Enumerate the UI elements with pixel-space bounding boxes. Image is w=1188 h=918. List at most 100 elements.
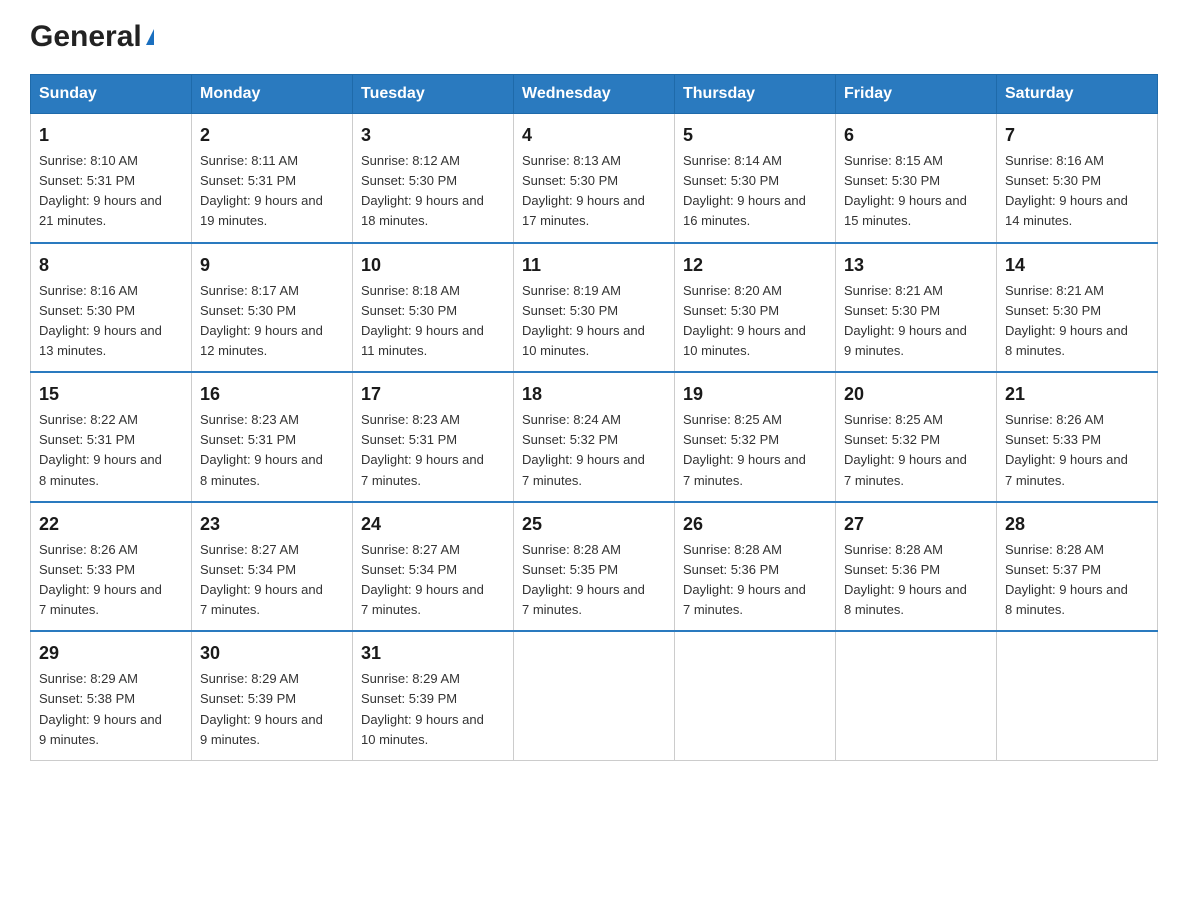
calendar-day-cell: 29Sunrise: 8:29 AMSunset: 5:38 PMDayligh…: [31, 631, 192, 760]
calendar-week-row: 1Sunrise: 8:10 AMSunset: 5:31 PMDaylight…: [31, 114, 1158, 243]
calendar-week-row: 15Sunrise: 8:22 AMSunset: 5:31 PMDayligh…: [31, 372, 1158, 502]
day-number: 18: [522, 381, 666, 408]
calendar-day-cell: 14Sunrise: 8:21 AMSunset: 5:30 PMDayligh…: [997, 243, 1158, 373]
day-info: Sunrise: 8:27 AMSunset: 5:34 PMDaylight:…: [361, 540, 505, 621]
calendar-day-cell: 18Sunrise: 8:24 AMSunset: 5:32 PMDayligh…: [514, 372, 675, 502]
calendar-week-row: 8Sunrise: 8:16 AMSunset: 5:30 PMDaylight…: [31, 243, 1158, 373]
calendar-day-cell: [997, 631, 1158, 760]
weekday-header-friday: Friday: [836, 75, 997, 114]
weekday-header-sunday: Sunday: [31, 75, 192, 114]
weekday-header-monday: Monday: [192, 75, 353, 114]
calendar-day-cell: 16Sunrise: 8:23 AMSunset: 5:31 PMDayligh…: [192, 372, 353, 502]
day-number: 14: [1005, 252, 1149, 279]
calendar-day-cell: 22Sunrise: 8:26 AMSunset: 5:33 PMDayligh…: [31, 502, 192, 632]
day-number: 15: [39, 381, 183, 408]
weekday-header-row: SundayMondayTuesdayWednesdayThursdayFrid…: [31, 75, 1158, 114]
day-info: Sunrise: 8:25 AMSunset: 5:32 PMDaylight:…: [683, 410, 827, 491]
day-info: Sunrise: 8:28 AMSunset: 5:36 PMDaylight:…: [683, 540, 827, 621]
calendar-day-cell: 6Sunrise: 8:15 AMSunset: 5:30 PMDaylight…: [836, 114, 997, 243]
day-info: Sunrise: 8:16 AMSunset: 5:30 PMDaylight:…: [39, 281, 183, 362]
day-info: Sunrise: 8:22 AMSunset: 5:31 PMDaylight:…: [39, 410, 183, 491]
day-info: Sunrise: 8:26 AMSunset: 5:33 PMDaylight:…: [39, 540, 183, 621]
day-info: Sunrise: 8:17 AMSunset: 5:30 PMDaylight:…: [200, 281, 344, 362]
day-number: 25: [522, 511, 666, 538]
calendar-day-cell: 11Sunrise: 8:19 AMSunset: 5:30 PMDayligh…: [514, 243, 675, 373]
calendar-day-cell: 19Sunrise: 8:25 AMSunset: 5:32 PMDayligh…: [675, 372, 836, 502]
calendar-day-cell: 3Sunrise: 8:12 AMSunset: 5:30 PMDaylight…: [353, 114, 514, 243]
day-info: Sunrise: 8:21 AMSunset: 5:30 PMDaylight:…: [844, 281, 988, 362]
day-number: 7: [1005, 122, 1149, 149]
logo-general: General: [30, 20, 142, 54]
day-number: 27: [844, 511, 988, 538]
day-number: 8: [39, 252, 183, 279]
day-info: Sunrise: 8:19 AMSunset: 5:30 PMDaylight:…: [522, 281, 666, 362]
day-info: Sunrise: 8:16 AMSunset: 5:30 PMDaylight:…: [1005, 151, 1149, 232]
day-number: 1: [39, 122, 183, 149]
day-info: Sunrise: 8:13 AMSunset: 5:30 PMDaylight:…: [522, 151, 666, 232]
day-number: 31: [361, 640, 505, 667]
day-info: Sunrise: 8:12 AMSunset: 5:30 PMDaylight:…: [361, 151, 505, 232]
day-number: 29: [39, 640, 183, 667]
calendar-day-cell: 30Sunrise: 8:29 AMSunset: 5:39 PMDayligh…: [192, 631, 353, 760]
day-info: Sunrise: 8:11 AMSunset: 5:31 PMDaylight:…: [200, 151, 344, 232]
calendar-day-cell: 7Sunrise: 8:16 AMSunset: 5:30 PMDaylight…: [997, 114, 1158, 243]
logo-triangle-icon: [146, 29, 154, 45]
day-number: 26: [683, 511, 827, 538]
calendar-day-cell: 8Sunrise: 8:16 AMSunset: 5:30 PMDaylight…: [31, 243, 192, 373]
day-number: 10: [361, 252, 505, 279]
weekday-header-saturday: Saturday: [997, 75, 1158, 114]
day-number: 21: [1005, 381, 1149, 408]
day-number: 3: [361, 122, 505, 149]
day-info: Sunrise: 8:23 AMSunset: 5:31 PMDaylight:…: [361, 410, 505, 491]
calendar-day-cell: 28Sunrise: 8:28 AMSunset: 5:37 PMDayligh…: [997, 502, 1158, 632]
calendar-day-cell: 5Sunrise: 8:14 AMSunset: 5:30 PMDaylight…: [675, 114, 836, 243]
day-number: 13: [844, 252, 988, 279]
weekday-header-wednesday: Wednesday: [514, 75, 675, 114]
calendar-week-row: 29Sunrise: 8:29 AMSunset: 5:38 PMDayligh…: [31, 631, 1158, 760]
day-number: 23: [200, 511, 344, 538]
day-number: 30: [200, 640, 344, 667]
calendar-day-cell: 17Sunrise: 8:23 AMSunset: 5:31 PMDayligh…: [353, 372, 514, 502]
calendar-table: SundayMondayTuesdayWednesdayThursdayFrid…: [30, 74, 1158, 761]
day-number: 19: [683, 381, 827, 408]
day-info: Sunrise: 8:18 AMSunset: 5:30 PMDaylight:…: [361, 281, 505, 362]
calendar-day-cell: 24Sunrise: 8:27 AMSunset: 5:34 PMDayligh…: [353, 502, 514, 632]
day-info: Sunrise: 8:28 AMSunset: 5:36 PMDaylight:…: [844, 540, 988, 621]
day-number: 4: [522, 122, 666, 149]
calendar-day-cell: [675, 631, 836, 760]
day-number: 2: [200, 122, 344, 149]
calendar-day-cell: 27Sunrise: 8:28 AMSunset: 5:36 PMDayligh…: [836, 502, 997, 632]
logo: General: [30, 20, 154, 56]
calendar-day-cell: [514, 631, 675, 760]
day-info: Sunrise: 8:20 AMSunset: 5:30 PMDaylight:…: [683, 281, 827, 362]
day-number: 22: [39, 511, 183, 538]
day-info: Sunrise: 8:25 AMSunset: 5:32 PMDaylight:…: [844, 410, 988, 491]
calendar-day-cell: 21Sunrise: 8:26 AMSunset: 5:33 PMDayligh…: [997, 372, 1158, 502]
calendar-day-cell: 26Sunrise: 8:28 AMSunset: 5:36 PMDayligh…: [675, 502, 836, 632]
day-info: Sunrise: 8:28 AMSunset: 5:35 PMDaylight:…: [522, 540, 666, 621]
day-number: 24: [361, 511, 505, 538]
day-number: 5: [683, 122, 827, 149]
day-info: Sunrise: 8:27 AMSunset: 5:34 PMDaylight:…: [200, 540, 344, 621]
calendar-day-cell: 2Sunrise: 8:11 AMSunset: 5:31 PMDaylight…: [192, 114, 353, 243]
calendar-day-cell: 1Sunrise: 8:10 AMSunset: 5:31 PMDaylight…: [31, 114, 192, 243]
day-number: 9: [200, 252, 344, 279]
calendar-day-cell: 9Sunrise: 8:17 AMSunset: 5:30 PMDaylight…: [192, 243, 353, 373]
day-info: Sunrise: 8:21 AMSunset: 5:30 PMDaylight:…: [1005, 281, 1149, 362]
calendar-day-cell: 10Sunrise: 8:18 AMSunset: 5:30 PMDayligh…: [353, 243, 514, 373]
day-number: 28: [1005, 511, 1149, 538]
day-info: Sunrise: 8:29 AMSunset: 5:38 PMDaylight:…: [39, 669, 183, 750]
day-number: 12: [683, 252, 827, 279]
day-info: Sunrise: 8:14 AMSunset: 5:30 PMDaylight:…: [683, 151, 827, 232]
day-number: 11: [522, 252, 666, 279]
day-number: 20: [844, 381, 988, 408]
weekday-header-tuesday: Tuesday: [353, 75, 514, 114]
calendar-day-cell: 13Sunrise: 8:21 AMSunset: 5:30 PMDayligh…: [836, 243, 997, 373]
day-number: 16: [200, 381, 344, 408]
day-info: Sunrise: 8:26 AMSunset: 5:33 PMDaylight:…: [1005, 410, 1149, 491]
calendar-day-cell: 12Sunrise: 8:20 AMSunset: 5:30 PMDayligh…: [675, 243, 836, 373]
calendar-day-cell: 4Sunrise: 8:13 AMSunset: 5:30 PMDaylight…: [514, 114, 675, 243]
day-number: 17: [361, 381, 505, 408]
day-info: Sunrise: 8:29 AMSunset: 5:39 PMDaylight:…: [200, 669, 344, 750]
calendar-day-cell: [836, 631, 997, 760]
